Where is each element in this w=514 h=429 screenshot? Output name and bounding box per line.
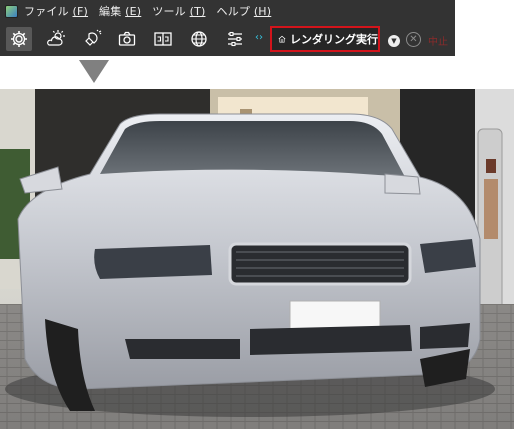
toolbar: ‹› [0,22,455,56]
menu-tools[interactable]: ツール (T) [152,3,205,19]
render-options-dropdown[interactable]: ▼ [388,35,400,47]
bulb-icon[interactable] [79,27,105,51]
menu-file[interactable]: ファイル (F) [24,3,88,19]
render-preview-image [0,89,514,429]
camera-icon[interactable] [114,27,140,51]
expand-arrows-icon[interactable]: ‹› [255,32,263,43]
gear-icon[interactable] [6,27,32,51]
chevron-down-icon: ▼ [391,36,397,45]
stereo-icon[interactable] [150,27,176,51]
menu-edit[interactable]: 編集 (E) [99,3,141,19]
stop-icon[interactable]: ✕ [406,32,421,47]
render-run-button[interactable]: レンダリング実行 [270,26,380,52]
menu-help[interactable]: ヘルプ (H) [217,3,272,19]
sun-cloud-icon[interactable] [43,27,69,51]
render-run-label: レンダリング実行 [290,33,378,46]
app-icon [5,4,18,18]
menu-bar: ファイル (F) 編集 (E) ツール (T) ヘルプ (H) [0,0,455,22]
stop-label[interactable]: 中止 [428,33,448,48]
sliders-icon[interactable] [222,27,248,51]
globe-icon[interactable] [186,27,212,51]
house-icon [278,35,286,43]
pointer-arrow-icon [79,60,109,83]
